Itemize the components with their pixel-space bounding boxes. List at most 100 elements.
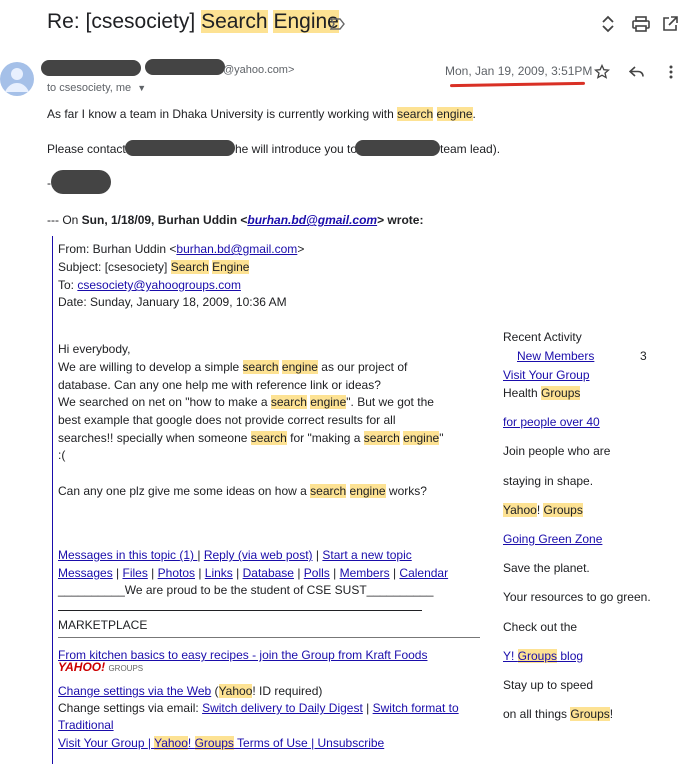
highlight: Yahoo — [218, 684, 253, 698]
text: ! ID required) — [252, 684, 323, 698]
yahoo-link[interactable]: Yahoo — [154, 736, 188, 750]
save-planet: Save the planet. — [503, 561, 590, 575]
topic-count-link[interactable]: (1) — [179, 548, 197, 562]
text: From: Burhan Uddin < — [58, 242, 177, 256]
on-wrote-line: --- On Sun, 1/18/09, Burhan Uddin <burha… — [47, 213, 423, 227]
groups-logo-text: GROUPS — [108, 664, 144, 673]
members-link[interactable]: Members — [340, 566, 390, 580]
text: on all things — [503, 707, 571, 721]
highlight: search — [250, 431, 287, 445]
join-line-1: Join people who are — [503, 444, 611, 458]
bottom-links: Visit Your Group | Yahoo! Groups Terms o… — [58, 734, 384, 752]
text: We are willing to develop a simple — [58, 360, 243, 374]
stay-up: Stay up to speed — [503, 678, 594, 692]
author-email-link[interactable]: burhan.bd@gmail.com — [247, 213, 377, 227]
y-groups-blog-link[interactable]: Y! Groups blog — [503, 649, 583, 663]
highlight: search — [310, 484, 347, 498]
text: ( — [211, 684, 219, 698]
highlight: Groups — [541, 386, 581, 400]
to-email-link[interactable]: csesociety@yahoogroups.com — [77, 278, 241, 292]
quoted-p1: Hi everybody, — [58, 342, 131, 356]
text: searches!! specially when someone — [58, 431, 251, 445]
print-icon[interactable] — [631, 14, 651, 34]
from-email-link[interactable]: burhan.bd@gmail.com — [176, 242, 297, 256]
highlight: Groups — [543, 503, 583, 517]
avatar[interactable] — [0, 60, 34, 98]
redacted-sender-name — [41, 60, 141, 76]
highlight: Groups — [570, 707, 610, 721]
text: ! — [609, 707, 614, 721]
recent-activity-heading: Recent Activity — [503, 330, 582, 344]
messages-in-topic-link[interactable]: Messages in this topic — [58, 548, 179, 562]
files-link[interactable]: Files — [123, 566, 148, 580]
health-groups-line: Health Groups — [503, 386, 581, 400]
calendar-link[interactable]: Calendar — [399, 566, 448, 580]
change-web-line: Change settings via the Web (Yahoo! ID r… — [58, 682, 322, 700]
text: --- On — [47, 213, 82, 227]
subject-highlight: Search — [201, 10, 268, 33]
expand-icon[interactable] — [598, 14, 618, 34]
label-icon[interactable] — [328, 14, 348, 34]
photos-link[interactable]: Photos — [158, 566, 195, 580]
text: for "making a — [286, 431, 364, 445]
join-line-2: staying in shape. — [503, 474, 594, 488]
quoted-p3: database. Can any one help me with refer… — [58, 378, 381, 392]
messages-link[interactable]: Messages — [58, 566, 113, 580]
resources: Your resources to go green. — [503, 590, 651, 604]
switch-format-link[interactable]: Switch format to — [373, 701, 459, 715]
change-settings-web-link[interactable]: Change settings via the Web — [58, 684, 211, 698]
going-green-text[interactable]: Going Green Zone — [503, 532, 602, 546]
traditional-link[interactable]: Traditional — [58, 716, 114, 734]
reply-web-post-link[interactable]: Reply (via web post) — [204, 548, 313, 562]
divider — [58, 637, 480, 638]
visit-your-group-text[interactable]: Visit Your Group — [503, 368, 590, 382]
reply-icon[interactable] — [627, 62, 647, 82]
quoted-p8: Can any one plz give me some ideas on ho… — [58, 482, 427, 500]
email-subject: Re: [csesociety] Search Engine — [47, 10, 339, 34]
links-link[interactable]: Links — [205, 566, 233, 580]
switch-daily-digest-link[interactable]: Switch delivery to Daily Digest — [202, 701, 363, 715]
proud-line: __________We are proud to be the student… — [58, 583, 434, 597]
text: ". But we got the — [346, 395, 434, 409]
for-people-link-text[interactable]: for people over 40 — [503, 415, 600, 429]
more-icon[interactable] — [664, 62, 678, 82]
change-email-line: Change settings via email: Switch delive… — [58, 699, 459, 717]
text: Change settings via email: — [58, 701, 203, 715]
quoted-p6: searches!! specially when someone search… — [58, 429, 443, 447]
highlight[interactable]: Groups — [517, 649, 558, 663]
text: works? — [385, 484, 427, 498]
separator: | — [312, 548, 323, 562]
groups-link[interactable]: Groups — [194, 736, 234, 750]
group-links: Messages | Files | Photos | Links | Data… — [58, 566, 449, 580]
dropdown-icon[interactable]: ▼ — [137, 83, 146, 93]
quoted-subject: Subject: [csesociety] Search Engine — [58, 258, 250, 276]
text: ! — [187, 736, 195, 750]
redacted-sender-email — [145, 59, 225, 75]
unsubscribe-link[interactable]: Unsubscribe — [318, 736, 385, 750]
visit-group-link[interactable]: Visit Your Group — [58, 736, 148, 750]
body-line-2c: team lead). — [440, 142, 501, 156]
terms-link[interactable]: Terms of Use — [234, 736, 311, 750]
start-new-topic-link[interactable]: Start a new topic — [322, 548, 411, 562]
on-all-things: on all things Groups! — [503, 707, 613, 721]
text[interactable]: blog — [557, 649, 583, 663]
highlight: Yahoo — [503, 503, 537, 517]
new-members-count: 3 — [640, 349, 647, 363]
email-date: Mon, Jan 19, 2009, 3:51PM — [445, 64, 593, 78]
topic-links: Messages in this topic (1) | Reply (via … — [58, 546, 412, 564]
new-members-link-text[interactable]: New Members — [517, 349, 594, 363]
red-annotation-underline — [449, 81, 586, 88]
star-icon[interactable] — [592, 62, 612, 82]
check-out: Check out the — [503, 620, 578, 634]
going-green-link: Going Green Zone — [503, 532, 602, 546]
yahoo-groups-logo: YAHOO! GROUPS — [58, 660, 143, 674]
polls-link[interactable]: Polls — [304, 566, 330, 580]
traditional-link-text[interactable]: Traditional — [58, 718, 114, 732]
open-new-icon[interactable] — [660, 14, 678, 34]
text[interactable]: Y! — [503, 649, 518, 663]
text: To: — [58, 278, 78, 292]
recipients-line[interactable]: to csesociety, me ▼ — [47, 82, 146, 94]
redacted-contact — [125, 140, 235, 156]
text: . — [472, 107, 476, 121]
database-link[interactable]: Database — [243, 566, 294, 580]
